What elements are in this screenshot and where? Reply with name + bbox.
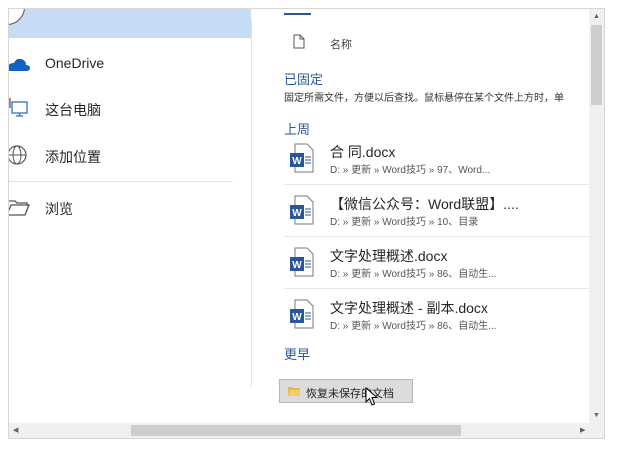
file-path: D: » 更新 » Word技巧 » 10、目录 [330,217,479,228]
svg-text:W: W [292,208,302,219]
word-doc-icon: W [290,195,314,225]
nav-item-onedrive[interactable]: OneDrive [9,47,251,79]
file-title: 文字处理概述.docx [330,248,448,264]
list-header[interactable]: 名称 [284,33,584,53]
triangle-down-icon: ▼ [593,412,600,419]
horizontal-scroll-thumb[interactable] [131,425,461,436]
nav-label-browse: 浏览 [45,201,73,217]
globe-icon [9,145,27,165]
nav-label-this-pc: 这台电脑 [45,102,101,118]
word-doc-icon: W [290,247,314,277]
file-title: 合 同.docx [330,144,396,160]
scroll-up-button[interactable]: ▲ [589,9,604,24]
nav-label-onedrive: OneDrive [45,55,105,71]
document-icon [293,34,305,49]
computer-icon [9,98,28,117]
pinned-description: 固定所需文件，方便以后查找。鼠标悬停在某个文件上方时，单 [284,93,564,104]
nav-item-this-pc[interactable]: 这台电脑 [9,92,251,124]
recent-file-row[interactable]: W 文字处理概述.docx D: » 更新 » Word技巧 » 86、自动生.… [284,237,591,289]
triangle-left-icon: ◀ [13,427,19,434]
backstage-open-panel: OneDrive 这台电脑 添加位置 浏览 名称 已固定 固定所需文件，方便以后… [8,8,605,439]
triangle-right-icon: ▶ [580,427,586,434]
svg-text:W: W [292,260,302,271]
section-title-older: 更早 [284,347,311,362]
word-doc-icon: W [290,143,314,173]
folder-icon [288,387,300,396]
file-path: D: » 更新 » Word技巧 » 86、自动生... [330,321,497,332]
cloud-icon [9,58,30,71]
mouse-cursor-icon [365,387,379,406]
recent-file-row[interactable]: W 合 同.docx D: » 更新 » Word技巧 » 97、Word... [284,133,591,185]
word-doc-icon: W [290,299,314,329]
nav-item-recent-selected[interactable] [9,9,251,38]
recent-file-row[interactable]: W 文字处理概述 - 副本.docx D: » 更新 » Word技巧 » 86… [284,289,591,341]
scroll-left-button[interactable]: ◀ [9,423,24,438]
scroll-down-button[interactable]: ▼ [589,408,604,423]
recover-unsaved-button[interactable]: 恢复未保存的文档 [279,379,413,403]
triangle-up-icon: ▲ [593,13,600,20]
column-header-name: 名称 [330,39,352,51]
folder-icon [9,200,30,216]
nav-item-browse[interactable]: 浏览 [9,191,251,223]
nav-label-add-place: 添加位置 [45,149,101,165]
location-nav: OneDrive 这台电脑 添加位置 浏览 [9,9,251,397]
vertical-scrollbar[interactable]: ▲ ▼ [589,9,604,423]
section-title-pinned: 已固定 [284,72,324,87]
tab-underline [284,13,311,15]
recent-file-row[interactable]: W 【微信公众号：Word联盟】.... D: » 更新 » Word技巧 » … [284,185,591,237]
file-path: D: » 更新 » Word技巧 » 97、Word... [330,165,491,176]
recent-documents-panel: 名称 已固定 固定所需文件，方便以后查找。鼠标悬停在某个文件上方时，单 上周 W… [279,9,591,406]
panel-divider [251,19,252,387]
file-title: 文字处理概述 - 副本.docx [330,300,488,316]
nav-item-add-place[interactable]: 添加位置 [9,139,251,171]
clock-icon [9,9,25,25]
nav-divider [9,181,233,182]
scrollbar-corner [589,423,604,438]
vertical-scroll-thumb[interactable] [591,25,602,105]
recover-unsaved-label: 恢复未保存的文档 [306,388,394,400]
horizontal-scrollbar[interactable]: ◀ ▶ [9,423,591,438]
file-path: D: » 更新 » Word技巧 » 86、自动生... [330,269,497,280]
svg-text:W: W [292,156,302,167]
svg-text:W: W [292,312,302,323]
file-title: 【微信公众号：Word联盟】.... [330,196,519,212]
